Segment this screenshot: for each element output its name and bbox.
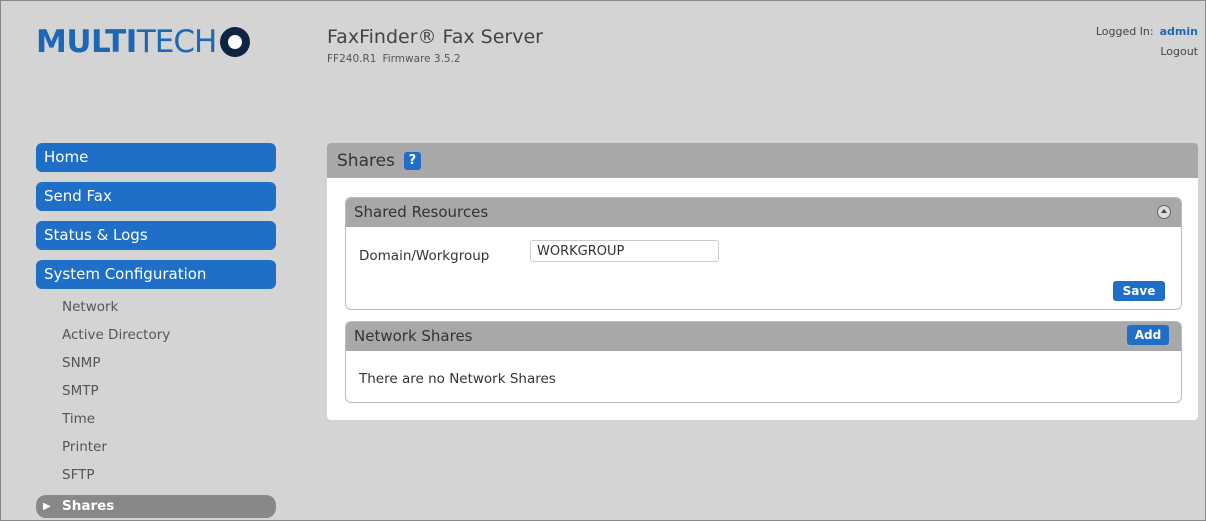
- nav-status-logs[interactable]: Status & Logs: [36, 221, 276, 250]
- logged-in-label: Logged In:: [1095, 25, 1154, 38]
- chevron-right-icon: ▶: [43, 501, 51, 512]
- domain-workgroup-label: Domain/Workgroup: [359, 248, 490, 264]
- subnav-snmp[interactable]: SNMP: [62, 355, 100, 371]
- login-info: Logged In: admin Logout: [1096, 25, 1198, 58]
- nav-system-configuration[interactable]: System Configuration: [36, 260, 276, 289]
- model-label: FF240.R1: [327, 53, 377, 65]
- collapse-icon[interactable]: [1157, 205, 1171, 219]
- add-button[interactable]: Add: [1127, 325, 1169, 345]
- subnav-smtp[interactable]: SMTP: [62, 383, 99, 399]
- shared-resources-title: Shared Resources: [354, 203, 489, 221]
- empty-message: There are no Network Shares: [359, 371, 556, 387]
- shared-resources-header: Shared Resources: [346, 198, 1181, 227]
- product-info: FaxFinder® Fax Server FF240.R1 Firmware 3…: [327, 26, 543, 65]
- subnav-active-directory[interactable]: Active Directory: [62, 327, 170, 343]
- subnav-shares-label: Shares: [62, 498, 115, 514]
- page-title: Shares: [337, 150, 395, 171]
- logo-text-bold: MULTI: [36, 24, 137, 60]
- nav-home[interactable]: Home: [36, 143, 276, 172]
- shared-resources-section: Shared Resources Domain/Workgroup Save: [345, 197, 1182, 310]
- logo-text-light: TECH: [136, 24, 217, 60]
- help-icon[interactable]: ?: [403, 151, 421, 170]
- network-shares-header: Network Shares: [346, 322, 1181, 351]
- save-button[interactable]: Save: [1113, 281, 1165, 301]
- subnav-sftp[interactable]: SFTP: [62, 467, 94, 483]
- subnav-network[interactable]: Network: [62, 299, 118, 315]
- multitech-logo: MULTI TECH: [36, 22, 251, 62]
- panel-header: Shares ?: [327, 143, 1198, 178]
- product-version: FF240.R1 Firmware 3.5.2: [327, 53, 543, 65]
- subnav-time[interactable]: Time: [62, 411, 95, 427]
- subnav-shares-active[interactable]: ▶ Shares: [36, 495, 276, 518]
- logout-link[interactable]: Logout: [1096, 45, 1198, 58]
- nav-send-fax[interactable]: Send Fax: [36, 182, 276, 211]
- network-shares-title: Network Shares: [354, 327, 473, 345]
- domain-workgroup-input[interactable]: [530, 240, 719, 262]
- user-link[interactable]: admin: [1160, 25, 1198, 38]
- product-title: FaxFinder® Fax Server: [327, 26, 543, 48]
- logo-circle-icon: [220, 27, 251, 57]
- subnav-printer[interactable]: Printer: [62, 439, 107, 455]
- shares-panel: Shares ? Shared Resources Domain/Workgro…: [327, 143, 1198, 420]
- network-shares-section: Network Shares Add There are no Network …: [345, 321, 1182, 403]
- firmware-label: Firmware 3.5.2: [382, 53, 461, 65]
